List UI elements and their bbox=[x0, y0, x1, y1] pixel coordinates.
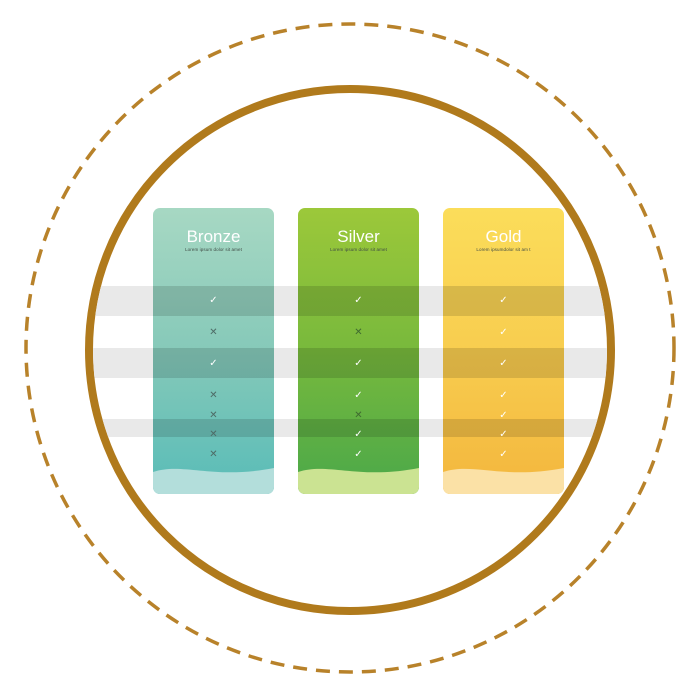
plan-card-bronze[interactable]: Bronze Lorem ipsum dolor sit amet ✓ ✕ ✓ ✕ ✕ ✕… bbox=[153, 208, 274, 494]
plan-title: Gold bbox=[485, 227, 522, 246]
plan-subtitle: Lorem ipsumdolor sit am t bbox=[476, 247, 531, 252]
plan-card-silver[interactable]: Silver Lorem ipsum dolor sit amet ✓ ✕ ✓ ✓ ✕ ✓… bbox=[298, 208, 419, 494]
check-icon: ✓ bbox=[209, 295, 218, 306]
card-wave bbox=[153, 468, 274, 494]
check-icon: ✓ bbox=[499, 410, 508, 421]
check-icon: ✓ bbox=[499, 295, 508, 306]
plan-subtitle: Lorem ipsum dolor sit amet bbox=[185, 247, 242, 252]
check-icon: ✓ bbox=[499, 358, 508, 369]
plan-title: Bronze bbox=[186, 227, 241, 246]
plan-title: Silver bbox=[337, 227, 380, 246]
cross-icon: ✕ bbox=[209, 327, 218, 338]
cross-icon: ✕ bbox=[209, 449, 218, 460]
cross-icon: ✕ bbox=[354, 410, 363, 421]
check-icon: ✓ bbox=[354, 449, 363, 460]
check-icon: ✓ bbox=[499, 449, 508, 460]
check-icon: ✓ bbox=[499, 429, 508, 440]
cross-icon: ✕ bbox=[354, 327, 363, 338]
inner-ring: Bronze Lorem ipsum dolor sit amet ✓ ✕ ✓ ✕ ✕ ✕… bbox=[85, 85, 615, 615]
cross-icon: ✕ bbox=[209, 390, 218, 401]
cross-icon: ✕ bbox=[209, 410, 218, 421]
card-wave bbox=[443, 468, 564, 494]
check-icon: ✓ bbox=[499, 390, 508, 401]
check-icon: ✓ bbox=[354, 429, 363, 440]
plan-subtitle: Lorem ipsum dolor sit amet bbox=[330, 247, 387, 252]
check-icon: ✓ bbox=[354, 295, 363, 306]
check-icon: ✓ bbox=[354, 358, 363, 369]
check-icon: ✓ bbox=[209, 358, 218, 369]
plan-card-gold[interactable]: Gold Lorem ipsumdolor sit am t ✓ ✓ ✓ ✓ ✓ ✓ ✓ bbox=[443, 208, 564, 494]
check-icon: ✓ bbox=[354, 390, 363, 401]
cross-icon: ✕ bbox=[209, 429, 218, 440]
card-wave bbox=[298, 468, 419, 494]
check-icon: ✓ bbox=[499, 327, 508, 338]
